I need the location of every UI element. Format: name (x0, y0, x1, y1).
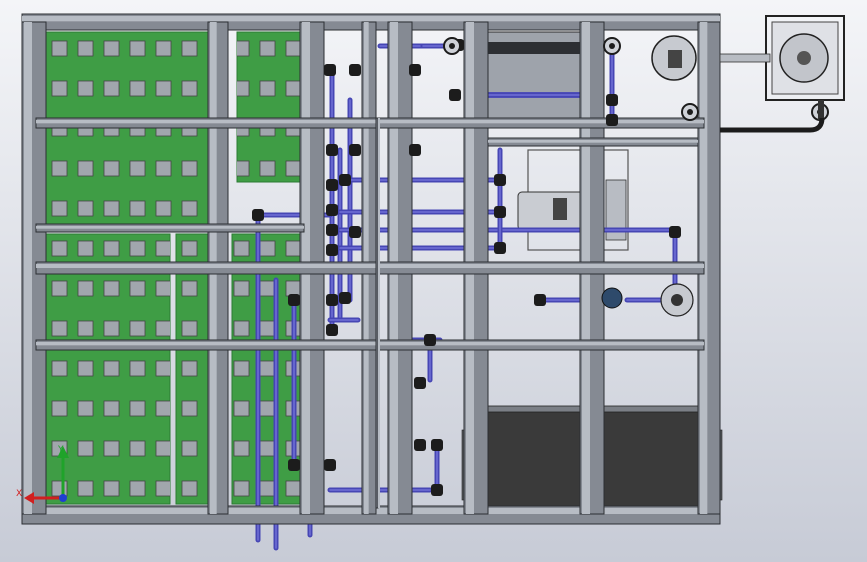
pipe-elbow (326, 204, 338, 216)
pipe-elbow (349, 64, 361, 76)
pipe-elbow (414, 439, 426, 451)
pipe-elbow (494, 206, 506, 218)
pipe-elbow (409, 144, 421, 156)
pipe-elbow (431, 484, 443, 496)
pump-small-hub (671, 294, 683, 306)
pipe-elbow (326, 144, 338, 156)
pipe-elbow (534, 294, 546, 306)
pipe-elbow (339, 292, 351, 304)
pipe-elbow (326, 294, 338, 306)
pipe-elbow (606, 114, 618, 126)
pipe-elbow (288, 294, 300, 306)
pipe-elbow (324, 459, 336, 471)
pump-outlet (818, 100, 824, 120)
pipe-elbow (288, 459, 300, 471)
cartridge-cap (553, 198, 567, 220)
pipe-elbow (449, 89, 461, 101)
pipe-elbow (252, 209, 264, 221)
pipe-elbow (494, 242, 506, 254)
valve-bore (449, 43, 455, 49)
vessel (486, 31, 583, 119)
frame-crossbeam-2-highlight (36, 264, 704, 268)
triad-y-label: Y (57, 445, 64, 455)
triad-x-label: X (16, 489, 22, 499)
pipe-elbow (349, 144, 361, 156)
valve-bore (687, 109, 693, 115)
panel-top-mid-holes (237, 32, 303, 182)
pump-shaft (719, 53, 771, 63)
cad-viewport[interactable]: Y X (0, 0, 867, 562)
frame-crossbeam-1-highlight (36, 120, 704, 124)
pipe-elbow (606, 94, 618, 106)
pipe-elbow (326, 179, 338, 191)
pipe-elbow (431, 439, 443, 451)
frame-divider-highlight (378, 118, 380, 508)
frame-divider (375, 117, 379, 509)
frame-beam-top-highlight (22, 16, 720, 22)
frame-post-1-highlight (24, 22, 32, 514)
pipe-elbow (669, 226, 681, 238)
vessel-band (487, 42, 582, 54)
flow-meter (601, 287, 623, 309)
pipe-elbow (424, 334, 436, 346)
pipe-elbow (409, 64, 421, 76)
valve-bore (609, 43, 615, 49)
pipe-elbow (494, 174, 506, 186)
pipe-elbow (326, 324, 338, 336)
triad-origin-z (59, 494, 67, 502)
pipe-elbow (414, 377, 426, 389)
pipe-elbow (326, 224, 338, 236)
cad-model-view[interactable]: Y X (0, 0, 867, 562)
frame-crossbeam-right-highlight (488, 140, 698, 143)
pipe-elbow (324, 64, 336, 76)
pipe-elbow (339, 174, 351, 186)
frame-crossbeam-left-highlight (36, 226, 304, 229)
motor-hub (668, 50, 682, 68)
pipe-elbow (326, 244, 338, 256)
frame-crossbeam-3-highlight (36, 342, 704, 346)
pipe-elbow (349, 226, 361, 238)
pump-hub (797, 51, 811, 65)
